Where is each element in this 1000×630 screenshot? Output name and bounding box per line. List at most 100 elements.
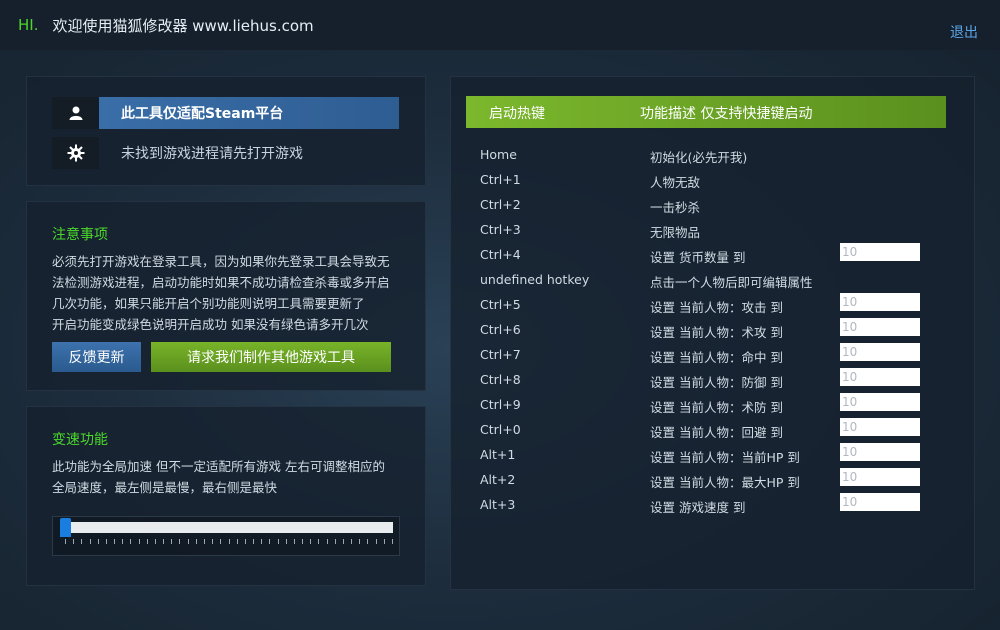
top-bar: HI. 欢迎使用猫狐修改器 www.liehus.com 退出 — [0, 0, 1000, 50]
slider-ticks — [65, 539, 393, 545]
hotkey-description: 设置 当前人物：防御 到 — [650, 375, 783, 390]
slider-tick — [65, 539, 66, 544]
hotkey-description: 一击秒杀 — [650, 200, 701, 215]
slider-tick — [155, 539, 156, 544]
hotkey-key: undefined hotkey — [480, 272, 590, 287]
slider-tick — [343, 539, 344, 544]
slider-track[interactable] — [65, 522, 393, 533]
hotkey-description: 设置 当前人物：攻击 到 — [650, 300, 783, 315]
slider-tick — [188, 539, 189, 544]
hotkey-row[interactable]: undefined hotkey 点击一个人物后即可编辑属性 — [480, 268, 940, 293]
magic-defense-input[interactable] — [840, 393, 920, 411]
max-hp-input[interactable] — [840, 468, 920, 486]
notice-line: 必须先打开游戏在登录工具，因为如果你先登录工具会导致无 — [52, 254, 390, 269]
accuracy-input[interactable] — [840, 343, 920, 361]
slider-tick — [229, 539, 230, 544]
hotkey-row[interactable]: Ctrl+7 设置 当前人物：命中 到 — [480, 343, 940, 368]
greeting: HI. — [18, 16, 39, 34]
hotkey-description: 点击一个人物后即可编辑属性 — [650, 275, 813, 290]
slider-tick — [220, 539, 221, 544]
evasion-input[interactable] — [840, 418, 920, 436]
slider-tick — [294, 539, 295, 544]
hotkey-row[interactable]: Ctrl+3 无限物品 — [480, 218, 940, 243]
slider-tick — [245, 539, 246, 544]
process-status: 未找到游戏进程请先打开游戏 — [121, 146, 303, 162]
hotkey-description: 设置 货币数量 到 — [650, 250, 746, 265]
hotkey-row[interactable]: Home 初始化(必先开我) — [480, 143, 940, 168]
hotkey-key: Ctrl+5 — [480, 297, 521, 312]
speed-title: 变速功能 — [52, 432, 108, 448]
platform-panel: 此工具仅适配Steam平台 未找到游戏进程请先打开游戏 — [26, 76, 426, 186]
slider-thumb[interactable] — [60, 518, 71, 537]
hotkey-key: Ctrl+0 — [480, 422, 521, 437]
hotkey-description: 设置 游戏速度 到 — [650, 500, 746, 515]
slider-tick — [367, 539, 368, 544]
hotkey-description: 人物无敌 — [650, 175, 701, 190]
slider-tick — [73, 539, 74, 544]
feedback-button[interactable]: 反馈更新 — [52, 342, 141, 372]
notice-text: 必须先打开游戏在登录工具，因为如果你先登录工具会导致无 法检测游戏进程，启动功能… — [52, 251, 412, 335]
hotkey-row[interactable]: Ctrl+8 设置 当前人物：防御 到 — [480, 368, 940, 393]
header-description: 功能描述 仅支持快捷键启动 — [640, 106, 813, 122]
hotkey-key: Ctrl+4 — [480, 247, 521, 262]
slider-tick — [286, 539, 287, 544]
defense-input[interactable] — [840, 368, 920, 386]
hotkey-key: Alt+2 — [480, 472, 516, 487]
speed-slider[interactable] — [52, 516, 400, 556]
user-icon — [52, 97, 99, 129]
hotkey-row[interactable]: Alt+3 设置 游戏速度 到 — [480, 493, 940, 518]
hotkey-description: 初始化(必先开我) — [650, 150, 748, 165]
slider-tick — [335, 539, 336, 544]
slider-tick — [384, 539, 385, 544]
slider-tick — [261, 539, 262, 544]
hotkey-key: Ctrl+6 — [480, 322, 521, 337]
slider-tick — [106, 539, 107, 544]
current-hp-input[interactable] — [840, 443, 920, 461]
status-row: 未找到游戏进程请先打开游戏 — [52, 137, 303, 169]
hotkey-key: Ctrl+7 — [480, 347, 521, 362]
hotkey-key: Ctrl+9 — [480, 397, 521, 412]
game-speed-input[interactable] — [840, 493, 920, 511]
slider-tick — [351, 539, 352, 544]
hotkey-row[interactable]: Ctrl+9 设置 当前人物：术防 到 — [480, 393, 940, 418]
notice-line: 开启功能变成绿色说明开启成功 如果没有绿色请多开几次 — [52, 317, 369, 332]
slider-tick — [327, 539, 328, 544]
hotkey-key: Home — [480, 147, 517, 162]
hotkey-description: 设置 当前人物：命中 到 — [650, 350, 783, 365]
request-tool-button[interactable]: 请求我们制作其他游戏工具 — [151, 342, 391, 372]
currency-amount-input[interactable] — [840, 243, 920, 261]
attack-input[interactable] — [840, 293, 920, 311]
speed-panel: 变速功能 此功能为全局加速 但不一定适配所有游戏 左右可调整相应的 全局速度，最… — [26, 406, 426, 586]
magic-attack-input[interactable] — [840, 318, 920, 336]
slider-tick — [376, 539, 377, 544]
hotkey-row[interactable]: Ctrl+1 人物无敌 — [480, 168, 940, 193]
notice-line: 几次功能，如果只能开启个别功能则说明工具需要更新了 — [52, 296, 365, 311]
hotkey-row[interactable]: Ctrl+5 设置 当前人物：攻击 到 — [480, 293, 940, 318]
hotkey-row[interactable]: Alt+1 设置 当前人物：当前HP 到 — [480, 443, 940, 468]
slider-tick — [147, 539, 148, 544]
slider-tick — [310, 539, 311, 544]
slider-tick — [253, 539, 254, 544]
slider-tick — [196, 539, 197, 544]
notice-line: 法检测游戏进程，启动功能时如果不成功请检查杀毒或多开启 — [52, 275, 390, 290]
notice-panel: 注意事项 必须先打开游戏在登录工具，因为如果你先登录工具会导致无 法检测游戏进程… — [26, 201, 426, 391]
logout-link[interactable]: 退出 — [950, 22, 978, 42]
hotkey-row[interactable]: Ctrl+4 设置 货币数量 到 — [480, 243, 940, 268]
slider-tick — [278, 539, 279, 544]
slider-tick — [139, 539, 140, 544]
slider-tick — [302, 539, 303, 544]
hotkey-row[interactable]: Ctrl+6 设置 当前人物：术攻 到 — [480, 318, 940, 343]
speed-text: 此功能为全局加速 但不一定适配所有游戏 左右可调整相应的 全局速度，最左侧是最慢… — [52, 456, 412, 498]
hotkey-description: 设置 当前人物：当前HP 到 — [650, 450, 800, 465]
hotkey-key: Ctrl+1 — [480, 172, 521, 187]
hotkey-row[interactable]: Ctrl+0 设置 当前人物：回避 到 — [480, 418, 940, 443]
app-title: 欢迎使用猫狐修改器 www.liehus.com — [52, 16, 314, 35]
hotkey-row[interactable]: Ctrl+2 一击秒杀 — [480, 193, 940, 218]
hotkey-key: Ctrl+3 — [480, 222, 521, 237]
slider-tick — [237, 539, 238, 544]
slider-tick — [163, 539, 164, 544]
hotkey-row[interactable]: Alt+2 设置 当前人物：最大HP 到 — [480, 468, 940, 493]
slider-tick — [318, 539, 319, 544]
speed-line: 全局速度，最左侧是最慢，最右侧是最快 — [52, 480, 278, 495]
hotkey-key: Ctrl+2 — [480, 197, 521, 212]
